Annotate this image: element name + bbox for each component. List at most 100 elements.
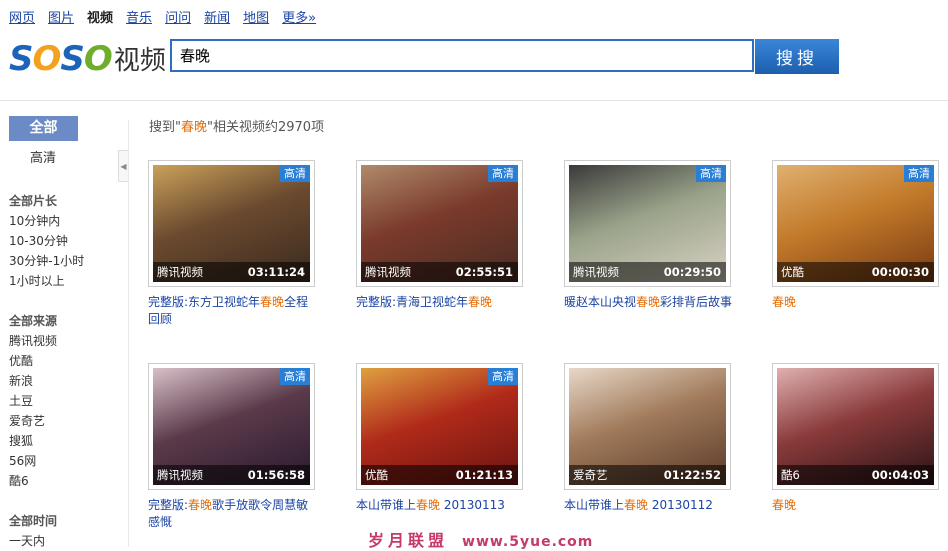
video-preview-image: 高清腾讯视频 03:11:24 (153, 165, 310, 282)
video-preview-image: 高清 优酷 00:00:30 (777, 165, 934, 282)
video-thumbnail[interactable]: 爱奇艺 01:22:52 (564, 363, 731, 490)
video-duration: 00:04:03 (871, 468, 929, 482)
video-title-link[interactable]: 本山带谁上春晚 20130112 (564, 497, 734, 514)
title-keyword: 春晚 (416, 498, 441, 512)
thumbnail-info-bar: 酷6 00:04:03 (777, 465, 934, 485)
logo-letter: O (32, 39, 62, 79)
title-text: 本山带谁上 (564, 498, 625, 512)
thumbnail-info-bar: 腾讯视频 02:55:51 (361, 262, 518, 282)
title-keyword: 春晚 (468, 295, 493, 309)
video-title-link[interactable]: 春晚 (772, 294, 942, 311)
result-count: 搜到"春晚"相关视频约2970项 (149, 116, 324, 135)
video-preview-image: 高清 腾讯视频 01:56:58 (153, 368, 310, 485)
title-keyword: 春晚 (624, 498, 649, 512)
nav-item[interactable]: 网页 (9, 7, 35, 26)
filter-option[interactable]: 土豆 (9, 392, 33, 409)
header-divider (0, 100, 948, 101)
video-preview-image: 酷6 00:04:03 (777, 368, 934, 485)
logo-brand: SOSO (9, 39, 113, 79)
thumbnail-info-bar: 爱奇艺 01:22:52 (569, 465, 726, 485)
search-button[interactable]: 搜搜 (755, 39, 839, 74)
filter-section-title[interactable]: 全部片长 (9, 192, 57, 209)
title-text: 彩排背后故事 (660, 295, 733, 309)
video-thumbnail[interactable]: 酷6 00:04:03 (772, 363, 939, 490)
filter-all-button[interactable]: 全部 (9, 116, 78, 141)
video-thumbnail[interactable]: 高清腾讯视频 03:11:24 (148, 160, 315, 287)
logo-letter: S (9, 39, 33, 79)
video-duration: 01:56:58 (247, 468, 305, 482)
sidebar-divider (128, 120, 129, 547)
filter-option[interactable]: 30分钟-1小时 (9, 252, 84, 269)
title-keyword: 春晚 (260, 295, 285, 309)
filter-option[interactable]: 优酷 (9, 352, 33, 369)
video-thumbnail[interactable]: 高清 优酷 00:00:30 (772, 160, 939, 287)
filter-option[interactable]: 56网 (9, 452, 36, 469)
filter-option[interactable]: 腾讯视频 (9, 332, 57, 349)
title-keyword: 春晚 (636, 295, 661, 309)
video-thumbnail[interactable]: 高清 腾讯视频 01:56:58 (148, 363, 315, 490)
filter-option[interactable]: 爱奇艺 (9, 412, 45, 429)
thumbnail-info-bar: 腾讯视频 03:11:24 (153, 262, 310, 282)
logo-letter: O (83, 39, 113, 79)
watermark-text: 岁月联盟 (368, 531, 449, 550)
hd-badge: 高清 (488, 368, 518, 385)
collapse-sidebar-icon[interactable]: ◀ (118, 150, 128, 182)
video-source: 酷6 (781, 468, 800, 482)
title-text: 完整版: (148, 498, 189, 512)
nav-item[interactable]: 新闻 (204, 7, 230, 26)
video-title-link[interactable]: 完整版:春晚歌手放歌令周慧敏感慨 (148, 497, 318, 531)
video-source: 腾讯视频 (573, 265, 619, 279)
video-source: 腾讯视频 (365, 265, 411, 279)
watermark: 岁月联盟 www.5yue.com (368, 527, 593, 551)
nav-item[interactable]: 地图 (243, 7, 269, 26)
logo-letter: S (60, 39, 84, 79)
filter-option[interactable]: 搜狐 (9, 432, 33, 449)
nav-item[interactable]: 问问 (165, 7, 191, 26)
hd-badge: 高清 (280, 368, 310, 385)
nav-item[interactable]: 音乐 (126, 7, 152, 26)
video-title-link[interactable]: 本山带谁上春晚 20130113 (356, 497, 526, 514)
title-text: 20130112 (648, 498, 713, 512)
title-text: 本山带谁上 (356, 498, 417, 512)
result-keyword: 春晚 (180, 120, 207, 135)
video-thumbnail[interactable]: 高清腾讯视频 00:29:50 (564, 160, 731, 287)
filter-option[interactable]: 10-30分钟 (9, 232, 68, 249)
video-duration: 00:29:50 (663, 265, 721, 279)
soso-logo[interactable]: SOSO 视频 (9, 38, 166, 76)
search-input[interactable] (172, 41, 752, 70)
hd-badge: 高清 (280, 165, 310, 182)
thumbnail-info-bar: 优酷 01:21:13 (361, 465, 518, 485)
nav-item[interactable]: 图片 (48, 7, 74, 26)
filter-section-title[interactable]: 全部时间 (9, 512, 57, 529)
nav-item[interactable]: 视频 (87, 7, 113, 26)
nav-item[interactable]: 更多» (282, 7, 316, 26)
hd-badge: 高清 (696, 165, 726, 182)
title-keyword: 春晚 (772, 295, 797, 309)
filter-section-title[interactable]: 全部来源 (9, 312, 57, 329)
watermark-url: www.5yue.com (462, 534, 594, 550)
hd-badge: 高清 (488, 165, 518, 182)
video-source: 优酷 (365, 468, 388, 482)
filter-option[interactable]: 1小时以上 (9, 272, 65, 289)
title-keyword: 春晚 (188, 498, 213, 512)
filter-option[interactable]: 10分钟内 (9, 212, 60, 229)
top-nav: 网页 图片 视频 音乐 问问 新闻 地图 更多» (9, 7, 329, 26)
video-title-link[interactable]: 暖赵本山央视春晚彩排背后故事 (564, 294, 734, 311)
video-thumbnail[interactable]: 高清腾讯视频 02:55:51 (356, 160, 523, 287)
result-suffix: "相关视频约2970项 (207, 120, 325, 135)
thumbnail-info-bar: 优酷 00:00:30 (777, 262, 934, 282)
video-thumbnail[interactable]: 高清优酷 01:21:13 (356, 363, 523, 490)
filter-option[interactable]: 一天内 (9, 532, 45, 549)
video-title-link[interactable]: 完整版:东方卫视蛇年春晚全程回顾 (148, 294, 318, 328)
filter-hd-link[interactable]: 高清 (30, 147, 56, 166)
search-box[interactable] (170, 39, 754, 72)
video-title-link[interactable]: 春晚 (772, 497, 942, 514)
title-text: 20130113 (440, 498, 505, 512)
video-duration: 02:55:51 (455, 265, 513, 279)
video-preview-image: 高清腾讯视频 02:55:51 (361, 165, 518, 282)
video-duration: 03:11:24 (247, 265, 305, 279)
filter-option[interactable]: 新浪 (9, 372, 33, 389)
video-title-link[interactable]: 完整版:青海卫视蛇年春晚 (356, 294, 526, 311)
filter-option[interactable]: 酷6 (9, 472, 29, 489)
video-duration: 00:00:30 (871, 265, 929, 279)
